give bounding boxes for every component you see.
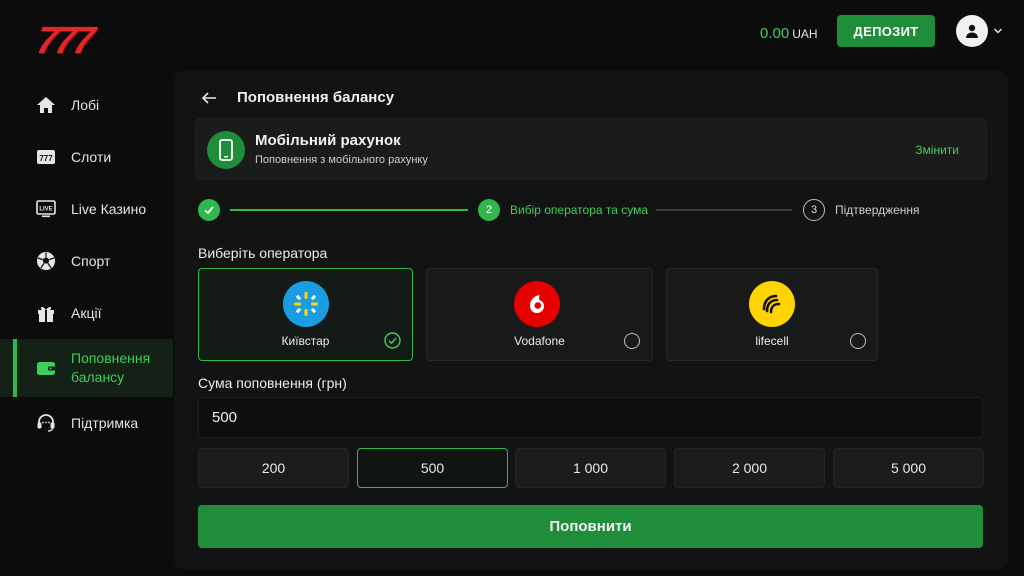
- radio-unselected-icon[interactable]: [850, 333, 866, 349]
- amount-section-label: Сума поповнення (грн): [198, 375, 347, 391]
- sidebar-item-top-up[interactable]: Поповнення балансу: [0, 339, 173, 397]
- sidebar-item-lobby[interactable]: Лобі: [0, 79, 173, 131]
- deposit-button[interactable]: ДЕПОЗИТ: [837, 15, 935, 47]
- lifecell-logo-icon: [749, 281, 795, 327]
- sidebar-item-label: Спорт: [71, 253, 111, 269]
- home-icon: [36, 95, 56, 115]
- chevron-down-icon[interactable]: [993, 26, 1003, 36]
- amount-input[interactable]: 500: [198, 397, 983, 438]
- preset-amount-button-selected[interactable]: 500: [357, 448, 508, 488]
- operator-name: lifecell: [755, 334, 789, 348]
- sidebar-item-label: Акції: [71, 305, 102, 321]
- user-icon: [966, 24, 978, 38]
- sidebar-item-sport[interactable]: Спорт: [0, 235, 173, 287]
- sidebar-item-label: Поповнення балансу: [71, 350, 151, 385]
- radio-unselected-icon[interactable]: [624, 333, 640, 349]
- selected-check-icon: [384, 332, 401, 349]
- operator-card-lifecell[interactable]: lifecell: [666, 268, 878, 361]
- operator-name: Vodafone: [514, 334, 565, 348]
- stepper-line-pending: [656, 209, 792, 211]
- svg-text:777: 777: [39, 154, 53, 163]
- operator-section-label: Виберіть оператора: [198, 245, 328, 261]
- step-3-label: Підтвердження: [835, 203, 920, 217]
- payment-method-subtitle: Поповнення з мобільного рахунку: [255, 154, 428, 166]
- balance-currency: UAH: [792, 27, 818, 41]
- sidebar: Лобі 777 Слоти LIVE Live Казино Спорт Ак…: [0, 79, 173, 449]
- kyivstar-logo-icon: [283, 281, 329, 327]
- submit-top-up-button[interactable]: Поповнити: [198, 505, 983, 548]
- preset-amount-button[interactable]: 5 000: [833, 448, 984, 488]
- sidebar-item-label: Live Казино: [71, 201, 147, 217]
- checkmark-icon: [204, 206, 214, 215]
- preset-amount-button[interactable]: 1 000: [515, 448, 666, 488]
- page-title: Поповнення балансу: [237, 89, 395, 106]
- sidebar-item-label: Підтримка: [71, 415, 139, 431]
- sidebar-item-label: Лобі: [71, 97, 100, 113]
- preset-amount-button[interactable]: 200: [198, 448, 349, 488]
- soccer-ball-icon: [36, 251, 56, 271]
- back-arrow-icon[interactable]: [200, 89, 218, 107]
- payment-method-name: Мобільний рахунок: [255, 132, 401, 149]
- vodafone-logo-icon: [514, 281, 560, 327]
- preset-amount-button[interactable]: 2 000: [674, 448, 825, 488]
- stepper-line-complete: [230, 209, 468, 211]
- headset-icon: [36, 413, 56, 433]
- slots-777-icon: 777: [36, 147, 56, 167]
- step-3-number: 3: [803, 199, 825, 221]
- gift-icon: [36, 303, 56, 323]
- sidebar-item-label: Слоти: [71, 149, 112, 165]
- change-method-link[interactable]: Змінити: [915, 143, 959, 157]
- sidebar-item-live-casino[interactable]: LIVE Live Казино: [0, 183, 173, 235]
- svg-text:LIVE: LIVE: [39, 207, 52, 213]
- live-tv-icon: LIVE: [36, 199, 56, 219]
- balance-amount: 0.00: [760, 25, 790, 42]
- step-2-number: 2: [478, 199, 500, 221]
- header: 777 0.00 UAH ДЕПОЗИТ: [0, 0, 1024, 64]
- sidebar-item-support[interactable]: Підтримка: [0, 397, 173, 449]
- payment-method-card: Мобільний рахунок Поповнення з мобільног…: [195, 118, 987, 180]
- operator-name: Київстар: [281, 334, 330, 348]
- step-2-label: Вибір оператора та сума: [510, 203, 649, 217]
- sidebar-item-slots[interactable]: 777 Слоти: [0, 131, 173, 183]
- sidebar-item-promotions[interactable]: Акції: [0, 287, 173, 339]
- wallet-icon: [36, 358, 56, 378]
- operator-card-vodafone[interactable]: Vodafone: [426, 268, 653, 361]
- logo[interactable]: 777: [34, 20, 94, 62]
- balance-display: 0.00 UAH: [760, 24, 818, 43]
- mobile-phone-icon: [207, 131, 245, 169]
- user-avatar[interactable]: [956, 15, 988, 47]
- operator-card-kyivstar[interactable]: Київстар: [198, 268, 413, 361]
- step-1-completed: [198, 199, 220, 221]
